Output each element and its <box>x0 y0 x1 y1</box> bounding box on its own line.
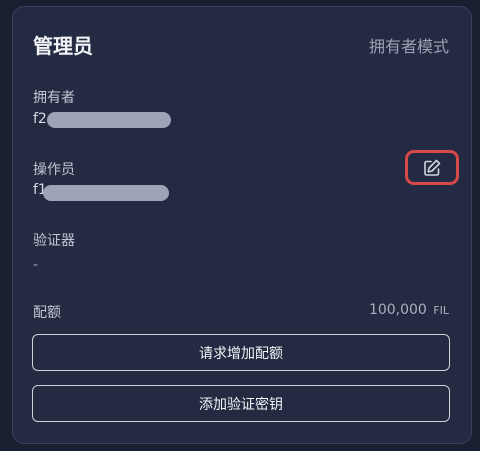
owner-label: 拥有者 <box>33 90 75 106</box>
owner-address-redaction <box>47 112 171 128</box>
owner-mode-label: 拥有者模式 <box>368 37 449 56</box>
verifier-value: - <box>33 257 39 273</box>
quota-amount: 100,000 FIL <box>369 302 449 318</box>
operator-address-redaction <box>43 185 169 201</box>
quota-label: 配额 <box>33 305 61 321</box>
add-verifier-key-button[interactable]: 添加验证密钥 <box>32 385 450 422</box>
card-title: 管理员 <box>33 34 93 58</box>
owner-address-prefix: f2 <box>33 111 47 127</box>
verifier-label: 验证器 <box>33 233 75 249</box>
edit-operator-button[interactable] <box>405 150 459 185</box>
owner-address: f2 <box>33 111 47 127</box>
quota-amount-value: 100,000 <box>368 302 427 318</box>
operator-label: 操作员 <box>33 162 75 178</box>
quota-unit: FIL <box>433 304 449 317</box>
edit-icon <box>424 159 441 176</box>
add-verifier-key-label: 添加验证密钥 <box>199 396 283 413</box>
request-quota-button[interactable]: 请求增加配额 <box>32 334 450 371</box>
admin-card: 管理员 拥有者模式 拥有者 f2 操作员 f1 验证器 - 配额 100,000… <box>12 6 472 444</box>
request-quota-label: 请求增加配额 <box>199 345 283 362</box>
